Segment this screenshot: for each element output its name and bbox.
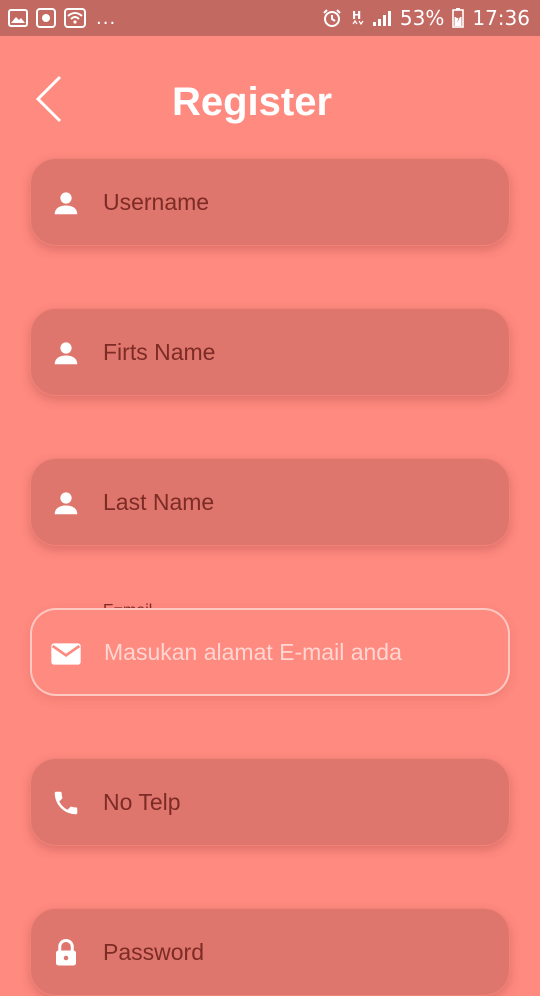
first-name-field[interactable]: Firts Name xyxy=(30,308,510,396)
clock: 17:36 xyxy=(472,6,530,30)
signal-icon xyxy=(372,9,392,27)
status-bar: ... H 53% 17:36 xyxy=(0,0,540,36)
username-placeholder: Username xyxy=(103,189,210,215)
email-placeholder: Masukan alamat E-mail anda xyxy=(104,639,402,665)
last-name-placeholder: Last Name xyxy=(103,489,215,515)
person-icon xyxy=(51,338,81,368)
username-field[interactable]: Username xyxy=(30,158,510,246)
app-bar: Register xyxy=(0,36,540,166)
phone-icon xyxy=(51,788,81,818)
password-field[interactable]: Password xyxy=(30,908,510,996)
password-placeholder: Password xyxy=(103,939,204,965)
page-title: Register xyxy=(171,80,333,124)
wifi-icon xyxy=(64,8,86,28)
h-plus-icon: H xyxy=(350,7,364,29)
person-icon xyxy=(51,188,81,218)
screenshot-icon xyxy=(36,8,56,28)
person-icon xyxy=(51,488,81,518)
battery-icon xyxy=(452,8,465,28)
phone-field[interactable]: No Telp xyxy=(30,758,510,846)
phone-placeholder: No Telp xyxy=(103,789,181,815)
lock-icon xyxy=(51,938,81,968)
email-field[interactable]: Masukan alamat E-mail anda xyxy=(30,608,510,696)
svg-text:H: H xyxy=(352,9,361,22)
alarm-icon xyxy=(322,8,342,28)
battery-percent: 53% xyxy=(399,6,445,30)
overflow-indicator: ... xyxy=(96,7,117,29)
mail-icon xyxy=(50,639,81,669)
last-name-field[interactable]: Last Name xyxy=(30,458,510,546)
image-icon xyxy=(8,9,28,27)
first-name-placeholder: Firts Name xyxy=(103,339,216,365)
